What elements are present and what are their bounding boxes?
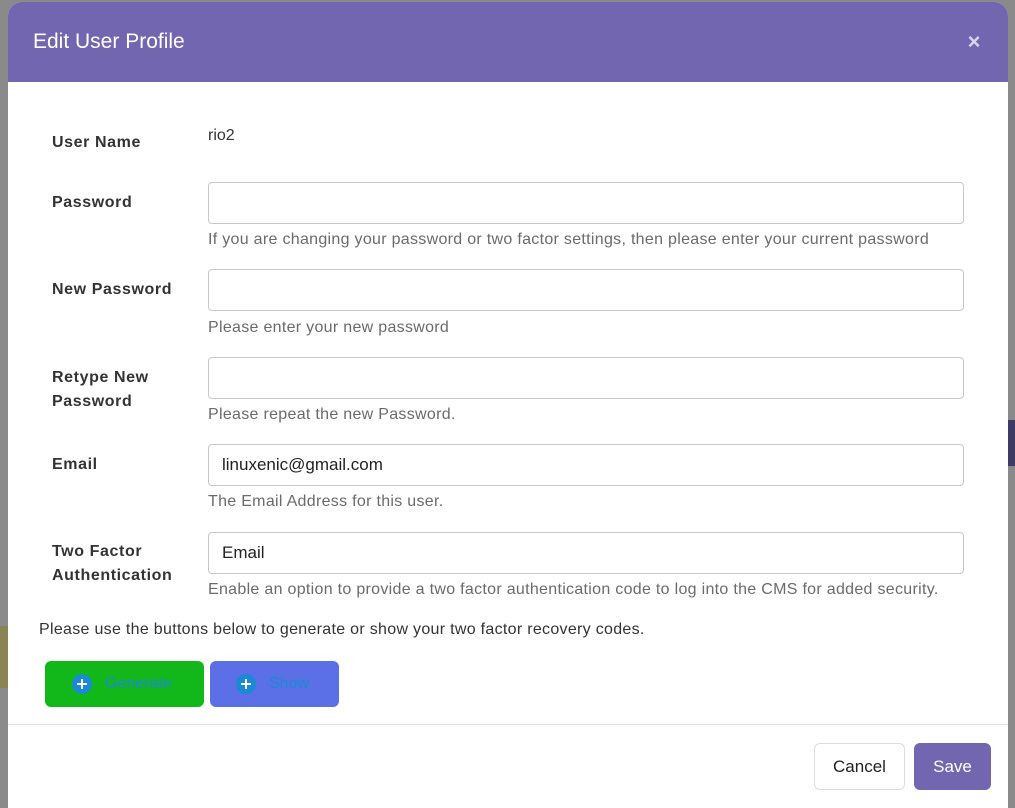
backdrop-bar — [1008, 420, 1015, 466]
save-button[interactable]: Save — [914, 743, 991, 790]
username-label: User Name — [52, 134, 142, 151]
two-factor-label-line1: Two Factor — [52, 543, 143, 560]
modal-title: Edit User Profile — [33, 30, 185, 53]
password-label: Password — [52, 194, 133, 211]
retype-password-label-line1: Retype New — [52, 369, 149, 386]
show-button[interactable]: Show — [210, 661, 339, 707]
email-help: The Email Address for this user. — [208, 493, 444, 510]
retype-password-input[interactable] — [208, 357, 964, 399]
cancel-button[interactable]: Cancel — [814, 743, 905, 790]
password-help: If you are changing your password or two… — [208, 231, 930, 248]
close-icon[interactable]: × — [964, 29, 984, 54]
show-button-label: Show — [269, 675, 310, 692]
generate-button[interactable]: Generate — [45, 661, 204, 707]
two-factor-help: Enable an option to provide a two factor… — [208, 581, 939, 598]
new-password-input[interactable] — [208, 269, 964, 311]
retype-password-label: Retype New Password — [52, 366, 149, 414]
modal-footer: Cancel Save — [8, 724, 1008, 808]
recovery-note: Please use the buttons below to generate… — [39, 621, 645, 638]
modal-body: User Name rio2 Password If you are chang… — [8, 82, 1008, 724]
username-value: rio2 — [208, 127, 235, 144]
email-label: Email — [52, 456, 98, 473]
edit-profile-modal: Edit User Profile × User Name rio2 Passw… — [8, 2, 1008, 808]
password-input[interactable] — [208, 182, 964, 224]
generate-button-label: Generate — [105, 675, 172, 692]
backdrop-panel — [0, 626, 8, 688]
plus-circle-icon — [72, 674, 92, 694]
two-factor-label: Two Factor Authentication — [52, 540, 172, 588]
new-password-label: New Password — [52, 281, 173, 298]
two-factor-label-line2: Authentication — [52, 567, 173, 584]
retype-password-label-line2: Password — [52, 393, 133, 410]
modal-header: Edit User Profile × — [8, 2, 1008, 82]
email-input[interactable]: linuxenic@gmail.com — [208, 444, 964, 486]
retype-password-help: Please repeat the new Password. — [208, 406, 456, 423]
two-factor-select[interactable]: Email — [208, 532, 964, 574]
new-password-help: Please enter your new password — [208, 319, 450, 336]
plus-circle-icon — [236, 674, 256, 694]
